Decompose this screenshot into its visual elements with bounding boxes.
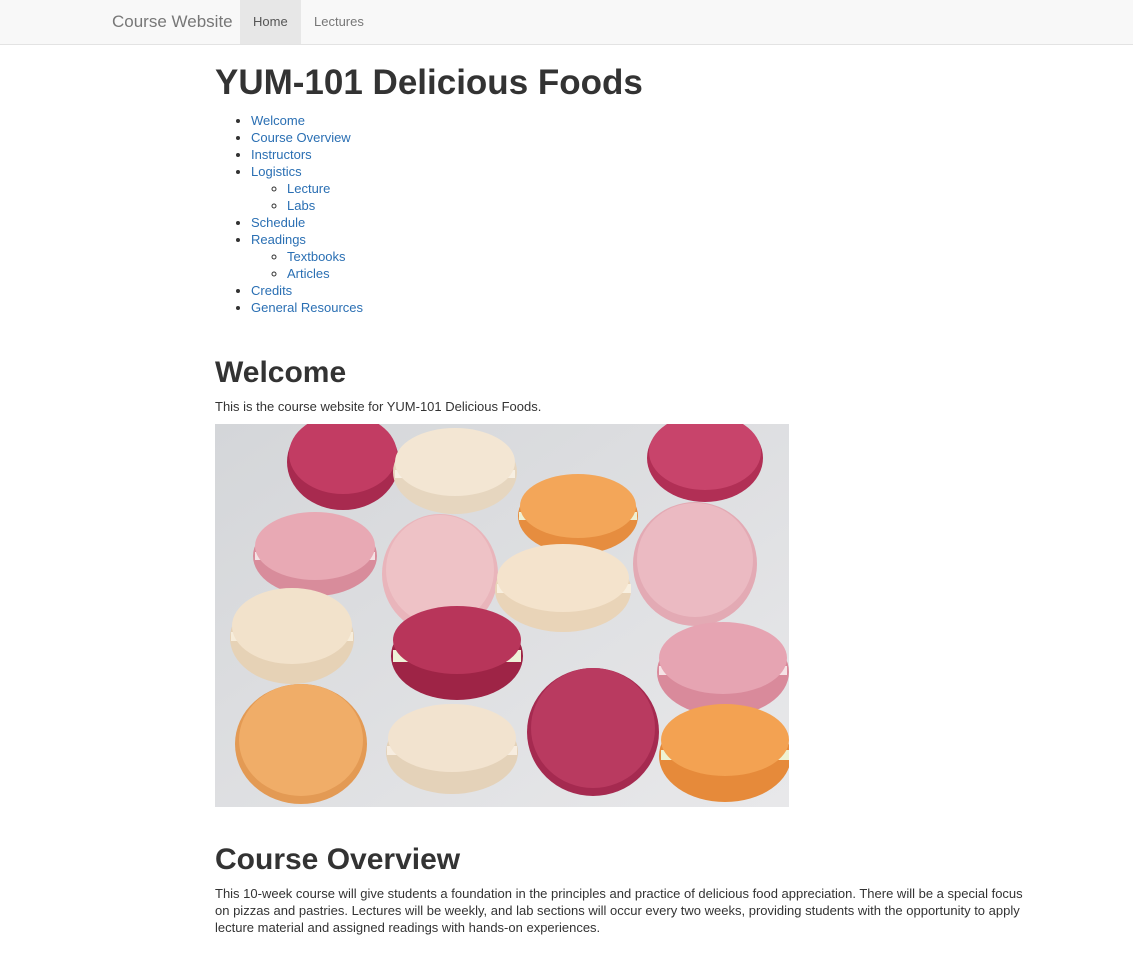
tab-lectures[interactable]: Lectures	[301, 0, 377, 44]
toc-sublist: Lecture Labs	[251, 180, 1035, 214]
toc-item: Logistics Lecture Labs	[251, 163, 1035, 214]
macaron	[527, 668, 659, 796]
toc-item: Schedule	[251, 214, 1035, 231]
toc-link-welcome[interactable]: Welcome	[251, 113, 305, 128]
toc-sublist: Textbooks Articles	[251, 248, 1035, 282]
toc-link-credits[interactable]: Credits	[251, 283, 292, 298]
toc-item: Course Overview	[251, 129, 1035, 146]
macaron	[633, 502, 757, 626]
toc-link-logistics[interactable]: Logistics	[251, 164, 302, 179]
macarons-illustration	[215, 424, 789, 807]
macaron	[659, 704, 789, 802]
welcome-text: This is the course website for YUM-101 D…	[215, 399, 542, 414]
toc-link-articles[interactable]: Articles	[287, 266, 330, 281]
toc-link-course-overview[interactable]: Course Overview	[251, 130, 351, 145]
toc-link-lecture[interactable]: Lecture	[287, 181, 330, 196]
page-title: YUM-101 Delicious Foods	[215, 63, 643, 102]
toc-item: Textbooks	[287, 248, 1035, 265]
macaron	[657, 622, 789, 716]
macaron	[518, 474, 638, 554]
toc-item: Articles	[287, 265, 1035, 282]
macaron	[391, 606, 523, 700]
table-of-contents: Welcome Course Overview Instructors Logi…	[215, 112, 1035, 316]
toc-item: Lecture	[287, 180, 1035, 197]
toc-link-general-resources[interactable]: General Resources	[251, 300, 363, 315]
toc-item: Instructors	[251, 146, 1035, 163]
toc-link-instructors[interactable]: Instructors	[251, 147, 312, 162]
toc-link-labs[interactable]: Labs	[287, 198, 315, 213]
macaron	[253, 512, 377, 596]
macaron	[230, 588, 354, 684]
toc-item: Welcome	[251, 112, 1035, 129]
macaron	[386, 704, 518, 794]
toc-link-readings[interactable]: Readings	[251, 232, 306, 247]
toc-item: General Resources	[251, 299, 1035, 316]
toc-item: Credits	[251, 282, 1035, 299]
brand-link[interactable]: Course Website	[112, 12, 233, 32]
toc-link-textbooks[interactable]: Textbooks	[287, 249, 346, 264]
main-content: YUM-101 Delicious Foods Welcome Course O…	[215, 45, 1035, 936]
macaron	[495, 544, 631, 632]
toc-link-schedule[interactable]: Schedule	[251, 215, 305, 230]
navbar: Course Website Home Lectures	[0, 0, 1133, 45]
course-overview-heading: Course Overview	[215, 843, 461, 876]
toc-item: Labs	[287, 197, 1035, 214]
macaron	[235, 684, 367, 804]
welcome-heading: Welcome	[215, 356, 347, 389]
toc-item: Readings Textbooks Articles	[251, 231, 1035, 282]
macaron	[393, 428, 517, 514]
macarons-photo	[215, 424, 789, 807]
tab-home[interactable]: Home	[240, 0, 301, 44]
course-overview-text: This 10-week course will give students a…	[215, 886, 1023, 935]
